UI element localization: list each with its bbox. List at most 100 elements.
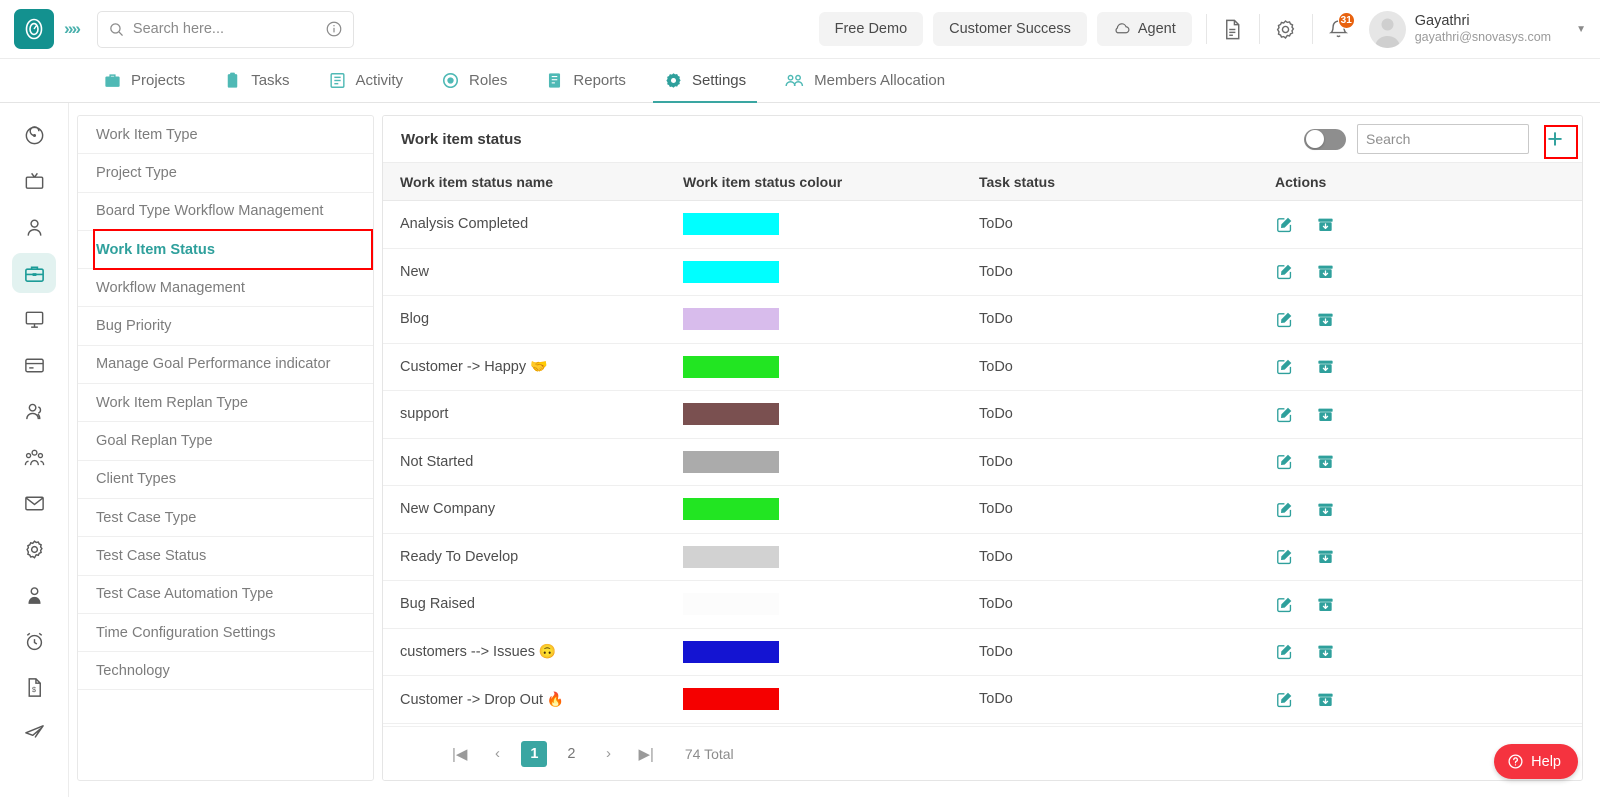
tab-roles[interactable]: Roles xyxy=(422,59,526,102)
status-emoji: 🤝 xyxy=(526,358,548,375)
archive-row-button[interactable] xyxy=(1316,215,1335,234)
edit-row-button[interactable] xyxy=(1275,215,1294,234)
user-menu[interactable]: Gayathri gayathri@snovasys.com ▼ xyxy=(1368,10,1586,48)
rail-item-dashboard[interactable] xyxy=(12,115,56,155)
sidebar-expand-icon[interactable]: »» xyxy=(64,19,81,39)
edit-row-button[interactable] xyxy=(1275,547,1294,566)
subnav-item-test-case-type[interactable]: Test Case Type xyxy=(78,499,373,538)
pagination-prev[interactable]: ‹ xyxy=(484,741,510,767)
cell-status-name: Analysis Completed xyxy=(400,216,529,233)
document-button[interactable] xyxy=(1211,9,1255,49)
subnav-item-project-type[interactable]: Project Type xyxy=(78,154,373,193)
subnav-item-manage-goal-performance-indicator[interactable]: Manage Goal Performance indicator xyxy=(78,346,373,385)
table-row[interactable]: Ready To Develop ToDo xyxy=(383,534,1582,581)
subnav-item-board-type-workflow-management[interactable]: Board Type Workflow Management xyxy=(78,193,373,231)
search-input[interactable] xyxy=(132,21,325,37)
credit-card-icon xyxy=(24,358,44,372)
rail-item-projects[interactable] xyxy=(12,253,56,293)
subnav-item-work-item-type[interactable]: Work Item Type xyxy=(78,116,373,155)
tab-members-allocation[interactable]: Members Allocation xyxy=(765,59,964,102)
table-row[interactable]: support ToDo xyxy=(383,391,1582,439)
add-work-item-status-button[interactable]: + xyxy=(1540,124,1570,154)
subnav-item-test-case-automation-type[interactable]: Test Case Automation Type xyxy=(78,576,373,614)
notifications-button[interactable]: 31 xyxy=(1317,9,1361,49)
table-row[interactable]: Blog ToDo xyxy=(383,296,1582,344)
edit-row-button[interactable] xyxy=(1275,262,1294,281)
subnav-item-work-item-replan-type[interactable]: Work Item Replan Type xyxy=(78,384,373,423)
tab-projects[interactable]: Projects xyxy=(84,59,204,102)
table-search-input[interactable] xyxy=(1357,124,1529,154)
settings-button[interactable] xyxy=(1264,9,1308,49)
archive-row-button[interactable] xyxy=(1316,357,1335,376)
archive-row-button[interactable] xyxy=(1316,262,1335,281)
archive-row-button[interactable] xyxy=(1316,690,1335,709)
tab-tasks[interactable]: Tasks xyxy=(204,59,308,102)
archive-row-button[interactable] xyxy=(1316,642,1335,661)
rail-item-time[interactable] xyxy=(12,621,56,661)
app-logo[interactable] xyxy=(14,9,54,49)
help-button[interactable]: Help xyxy=(1494,744,1578,779)
table-row[interactable]: customers --> Issues 🙃 ToDo xyxy=(383,629,1582,676)
column-header-name: Work item status name xyxy=(400,173,554,190)
archive-row-button[interactable] xyxy=(1316,310,1335,329)
subnav-item-technology[interactable]: Technology xyxy=(78,652,373,691)
rail-item-board[interactable] xyxy=(12,161,56,201)
cell-status-colour xyxy=(683,640,979,663)
edit-row-button[interactable] xyxy=(1275,452,1294,471)
rail-item-monitor[interactable] xyxy=(12,299,56,339)
subnav-item-goal-replan-type[interactable]: Goal Replan Type xyxy=(78,422,373,461)
archive-row-button[interactable] xyxy=(1316,452,1335,471)
rail-item-billing[interactable] xyxy=(12,345,56,385)
edit-row-button[interactable] xyxy=(1275,405,1294,424)
table-row[interactable]: Bug Raised ToDo xyxy=(383,581,1582,629)
subnav-item-work-item-status[interactable]: Work Item Status xyxy=(78,229,373,271)
rail-item-team[interactable] xyxy=(12,437,56,477)
edit-row-button[interactable] xyxy=(1275,500,1294,519)
agent-button[interactable]: Agent xyxy=(1096,12,1192,46)
edit-row-button[interactable] xyxy=(1275,357,1294,376)
rail-item-send[interactable] xyxy=(12,713,56,753)
pagination-last[interactable]: ▶| xyxy=(632,741,659,767)
info-circle-icon[interactable] xyxy=(325,20,343,38)
rail-item-invoice[interactable]: $ xyxy=(12,667,56,707)
global-search[interactable] xyxy=(96,10,354,48)
edit-row-button[interactable] xyxy=(1275,642,1294,661)
subnav-label: Work Item Type xyxy=(96,126,198,143)
table-row[interactable]: Customer -> Happy 🤝 ToDo xyxy=(383,344,1582,391)
archive-row-button[interactable] xyxy=(1316,595,1335,614)
edit-row-button[interactable] xyxy=(1275,310,1294,329)
table-row[interactable]: Analysis Completed ToDo xyxy=(383,201,1582,249)
table-row[interactable]: New ToDo xyxy=(383,249,1582,296)
pagination-first[interactable]: |◀ xyxy=(446,741,473,767)
free-demo-button[interactable]: Free Demo xyxy=(818,12,924,46)
tab-settings[interactable]: Settings xyxy=(645,59,765,103)
archive-row-button[interactable] xyxy=(1316,500,1335,519)
edit-row-button[interactable] xyxy=(1275,690,1294,709)
archive-row-button[interactable] xyxy=(1316,405,1335,424)
table-row[interactable]: New Company ToDo xyxy=(383,486,1582,534)
rail-item-mail[interactable] xyxy=(12,483,56,523)
table-row[interactable]: Customer -> Drop Out 🔥 ToDo xyxy=(383,676,1582,724)
chevron-down-icon[interactable]: ▼ xyxy=(1576,24,1586,35)
pagination-page-1[interactable]: 1 xyxy=(521,740,548,767)
rail-item-settings[interactable] xyxy=(12,529,56,569)
subnav-item-workflow-management[interactable]: Workflow Management xyxy=(78,269,373,308)
report-icon xyxy=(549,73,561,88)
archive-row-button[interactable] xyxy=(1316,547,1335,566)
tab-reports[interactable]: Reports xyxy=(526,59,645,102)
customer-success-button[interactable]: Customer Success xyxy=(933,12,1087,46)
subnav-item-test-case-status[interactable]: Test Case Status xyxy=(78,537,373,576)
pagination-page-2[interactable]: 2 xyxy=(558,741,584,767)
subnav-item-time-configuration-settings[interactable]: Time Configuration Settings xyxy=(78,614,373,653)
pagination-next[interactable]: › xyxy=(595,741,621,767)
subnav-item-bug-priority[interactable]: Bug Priority xyxy=(78,307,373,346)
tab-activity[interactable]: Activity xyxy=(309,59,423,102)
status-toggle[interactable] xyxy=(1304,128,1346,150)
rail-item-admin[interactable] xyxy=(12,575,56,615)
table-row[interactable]: Not Started ToDo xyxy=(383,439,1582,486)
subnav-item-client-types[interactable]: Client Types xyxy=(78,461,373,499)
edit-row-button[interactable] xyxy=(1275,595,1294,614)
rail-item-person[interactable] xyxy=(12,207,56,247)
list-icon xyxy=(329,73,345,88)
rail-item-users[interactable] xyxy=(12,391,56,431)
